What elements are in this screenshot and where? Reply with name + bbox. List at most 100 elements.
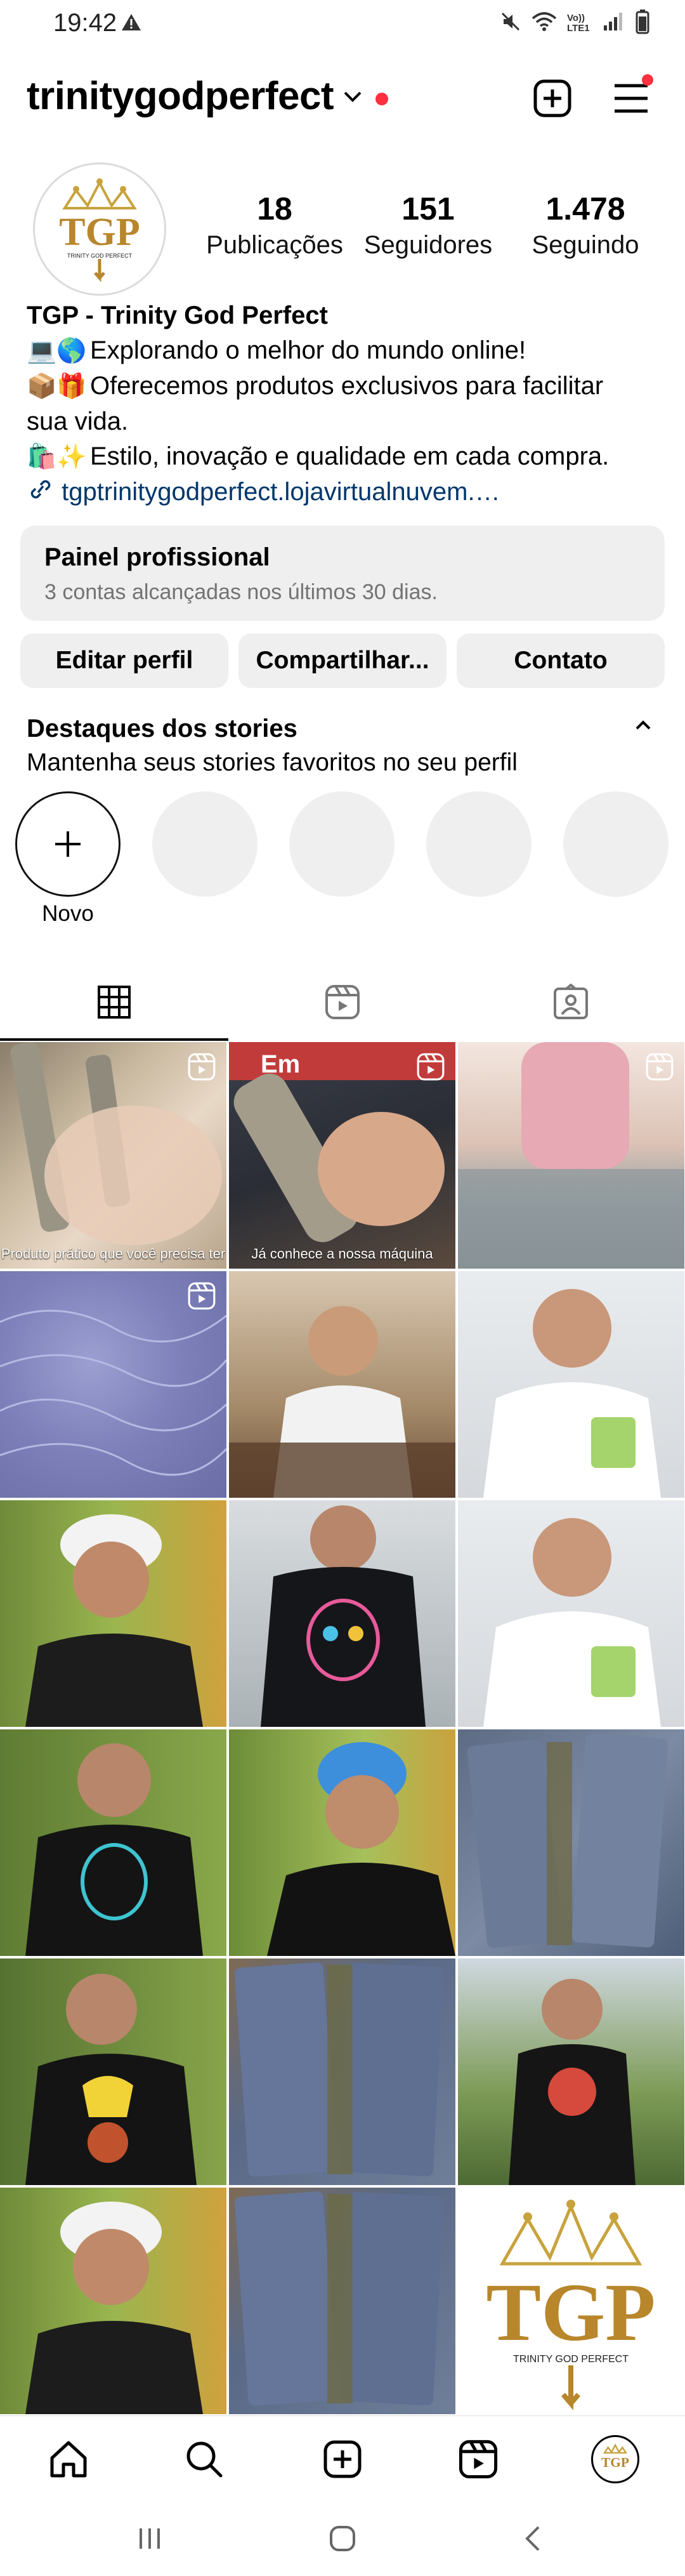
grid-post[interactable] [229,1729,455,1956]
dashboard-subtitle: 3 contas alcançadas nos últimos 30 dias. [44,580,438,604]
svg-text:TGP: TGP [486,2267,655,2358]
reel-icon [416,1052,445,1085]
grid-post[interactable]: Em Já conhece a nossa máquina [229,1042,455,1269]
tab-grid[interactable] [0,965,228,1040]
mute-icon [500,11,521,36]
contact-button[interactable]: Contato [457,633,665,688]
profile-header: trinitygodperfect [0,63,685,133]
back-icon[interactable] [507,2520,558,2558]
grid-post[interactable]: TGP TRINITY GOD PERFECT [458,2188,684,2414]
highlights-subtitle: Mantenha seus stories favoritos no seu p… [27,749,518,776]
tagged-icon [554,984,588,1019]
active-tab-indicator [0,1038,228,1041]
highlight-placeholder [152,791,258,897]
grid-post[interactable] [458,1042,684,1269]
highlight-placeholder [426,791,532,897]
post-caption: Produto prático que você precisa ter [1,1246,226,1262]
username[interactable]: trinitygodperfect [27,74,334,119]
brand-logo: TGP TRINITY GOD PERFECT [486,2200,656,2410]
tab-reels[interactable] [228,965,457,1040]
post-image [229,1306,455,1498]
brand-logo: TGP TRINITY GOD PERFECT [59,178,140,282]
grid-post[interactable] [0,1271,226,1498]
grid-post[interactable]: Produto prático que você precisa ter [0,1042,226,1269]
profile-avatar[interactable]: TGP [590,2434,641,2485]
bio: TGP - Trinity God Perfect 💻🌎 Explorando o… [27,298,661,510]
post-image [267,1742,455,1956]
signal-icon [603,11,625,35]
grid-post[interactable] [229,2188,455,2414]
post-image [25,2202,203,2414]
link-icon [27,478,62,506]
create-icon[interactable] [317,2434,368,2485]
grid-post[interactable] [0,1500,226,1727]
grid-post[interactable] [0,2188,226,2414]
home-button-icon[interactable] [317,2520,368,2558]
reels-icon [325,985,360,1019]
recent-apps-icon[interactable] [124,2520,175,2558]
grid-post[interactable] [458,1500,684,1727]
notification-dot [375,93,388,105]
grid-post[interactable] [0,1958,226,2185]
post-image [25,1974,197,2185]
grid-post[interactable] [458,1729,684,1956]
new-post-icon[interactable] [530,76,575,121]
reel-icon [645,1052,674,1085]
reel-icon [187,1052,216,1085]
battery-icon [636,9,649,37]
post-image [234,2191,444,2406]
dashboard-title: Painel profissional [44,543,270,571]
post-image [467,1733,669,1948]
stat-following[interactable]: 1.478 Seguindo [512,190,658,260]
reels-icon[interactable] [453,2434,504,2485]
grid-post[interactable] [458,1271,684,1498]
highlight-placeholder [563,791,669,897]
plus-icon [55,831,81,857]
stat-followers[interactable]: 151 Seguidores [355,190,501,260]
edit-profile-button[interactable]: Editar perfil [20,633,228,688]
following-label: Seguindo [532,231,639,259]
tab-tagged[interactable] [457,965,685,1040]
post-grid: Produto prático que você precisa ter Em … [0,1042,685,2415]
display-name: TGP - Trinity God Perfect [27,301,328,329]
wifi-icon [532,11,557,36]
grid-post[interactable] [229,1271,455,1498]
brand-logo: TGP [601,2443,629,2470]
bio-line-1: 💻🌎 Explorando o melhor do mundo online! [27,333,661,369]
share-profile-button[interactable]: Compartilhar... [238,633,447,688]
svg-text:TRINITY GOD PERFECT: TRINITY GOD PERFECT [67,253,133,259]
followers-label: Seguidores [363,231,493,259]
post-image [483,1289,661,1498]
new-highlight-button[interactable] [15,791,121,897]
status-bar: 19:42 Vo)) LTE1 [0,0,685,51]
post-image [25,1743,203,1956]
professional-dashboard[interactable]: Painel profissional 3 contas alcançadas … [20,525,665,621]
chevron-up-icon[interactable] [634,718,652,736]
bio-line-2b: sua vida. [27,407,129,435]
post-image [261,1505,426,1727]
reel-icon [187,1281,216,1314]
new-highlight-label: Novo [42,901,94,926]
profile-tabs [0,965,685,1041]
stat-posts[interactable]: 18 Publicações [202,190,348,260]
svg-text:TRINITY GOD PERFECT: TRINITY GOD PERFECT [513,2354,629,2365]
grid-post[interactable] [229,1500,455,1727]
highlight-placeholder [289,791,395,897]
avatar[interactable]: TGP TRINITY GOD PERFECT [33,162,166,296]
grid-post[interactable] [458,1958,684,2185]
grid-post[interactable] [0,1729,226,1956]
chevron-down-icon[interactable] [342,89,363,109]
search-icon[interactable] [179,2434,230,2485]
clock: 19:42 [53,9,117,37]
home-icon[interactable] [43,2434,94,2485]
followers-count: 151 [401,191,455,227]
bio-link[interactable]: tgptrinitygodperfect.lojavirtualnuvem.… [27,475,661,510]
post-image [509,1979,636,2185]
grid-post[interactable] [229,1958,455,2185]
shopping-sparkles-icon: 🛍️✨ [27,444,87,470]
warning-icon [121,13,142,35]
bio-line-2: 📦🎁 Oferecemos produtos exclusivos para fa… [27,369,661,404]
menu-notification-dot [642,74,653,86]
posts-label: Publicações [206,231,343,259]
post-image [483,1518,661,1727]
